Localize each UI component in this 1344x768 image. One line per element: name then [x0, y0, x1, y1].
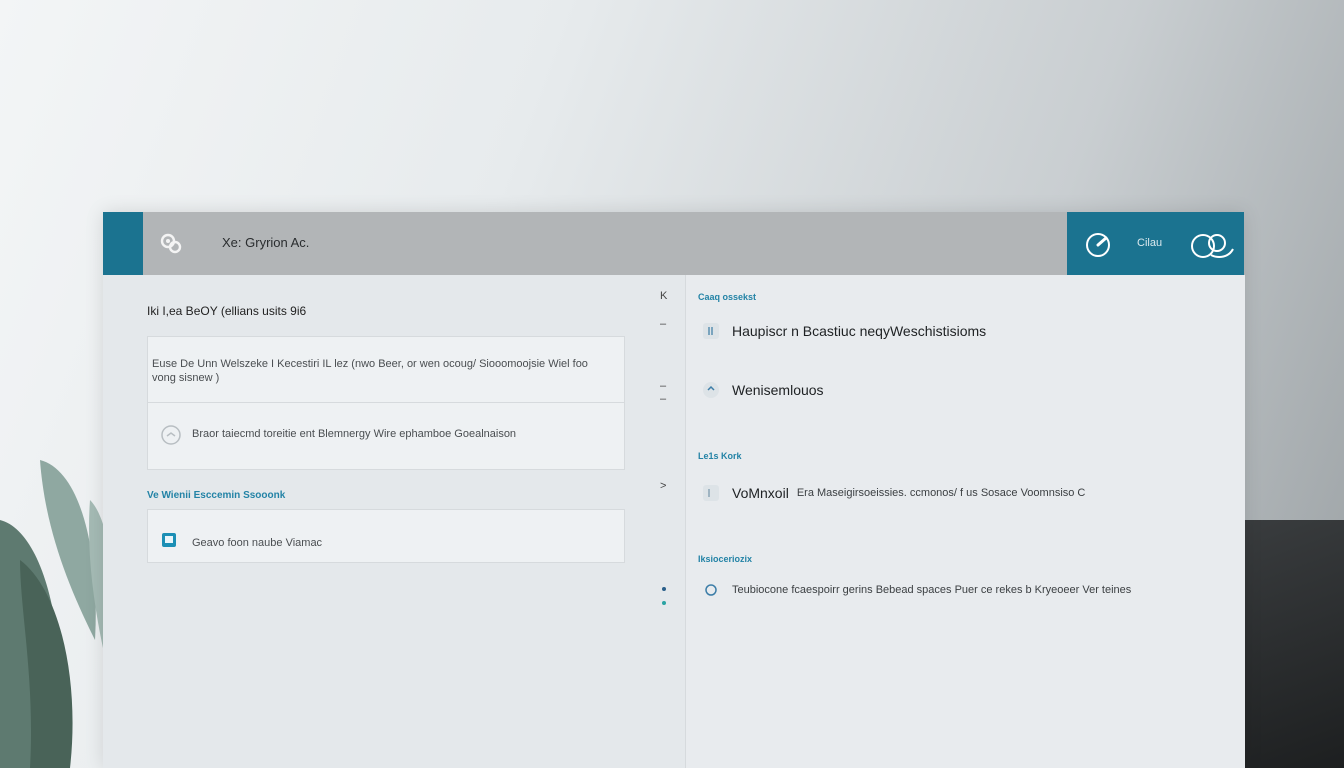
- document-icon: [703, 323, 719, 339]
- right-section-label: Caaq ossekst: [698, 292, 757, 302]
- list-item-title: Haupiscr n Bcastiuc neqyWeschistisioms: [732, 323, 987, 339]
- list-item-text: Braor taiecmd toreitie ent Blemnergy Wir…: [192, 428, 517, 440]
- gutter-mark: –: [660, 380, 667, 392]
- right-section-label: Le1s Kork: [698, 451, 742, 461]
- list-item[interactable]: Geavo foon naube Viamac: [147, 509, 625, 563]
- section-title: Iki I,ea BeOY (ellians usits 9i6: [147, 304, 307, 318]
- group-label: Ve Wienii Esccemin Ssooonk: [147, 490, 286, 501]
- info-card-text: Euse De Unn Welszeke I Kecestiri IL lez …: [152, 358, 588, 384]
- window-title: Xe: Gryrion Ac.: [222, 235, 310, 250]
- headset-icon[interactable]: [1187, 229, 1235, 261]
- list-item[interactable]: Braor taiecmd toreitie ent Blemnergy Wir…: [147, 402, 625, 470]
- list-item[interactable]: Teubiocone fcaespoirr gerins Bebead spac…: [700, 579, 1131, 601]
- title-bar: Xe: Gryrion Ac. Cilau: [103, 212, 1244, 275]
- gutter-mark: ˃: [660, 480, 667, 492]
- user-label[interactable]: Cilau: [1137, 237, 1162, 249]
- list-item[interactable]: VoMnxoil Era Maseigirsoeissies. ccmonos/…: [700, 482, 1085, 504]
- list-item-subtitle: Era Maseigirsoeissies. ccmonos/ f us Sos…: [796, 487, 1086, 499]
- gutter-mark: –: [660, 318, 667, 330]
- list-item-text: Geavo foon naube Viamac: [192, 537, 323, 549]
- list-item-title: Wenisemlouos: [732, 382, 824, 398]
- left-pane: Iki I,ea BeOY (ellians usits 9i6 Euse De…: [103, 275, 685, 768]
- book-icon: [162, 533, 176, 547]
- plant-decoration: [0, 460, 117, 768]
- circle-item-icon: [703, 382, 719, 398]
- list-item[interactable]: Haupiscr n Bcastiuc neqyWeschistisioms: [700, 320, 986, 342]
- info-dot-icon: [705, 584, 717, 596]
- gear-cluster-icon[interactable]: [159, 232, 183, 256]
- circle-item-icon: [161, 425, 181, 445]
- gutter-mark: K: [660, 290, 668, 302]
- right-pane: Caaq ossekst Haupiscr n Bcastiuc neqyWes…: [685, 275, 1245, 768]
- right-section-label: Iksioceriozix: [698, 554, 753, 564]
- scroll-dots-icon[interactable]: [660, 585, 668, 609]
- title-bar-accent-left: [103, 212, 143, 275]
- info-card[interactable]: Euse De Unn Welszeke I Kecestiri IL lez …: [147, 336, 625, 404]
- user-avatar-icon[interactable]: [1084, 231, 1112, 259]
- list-item[interactable]: Wenisemlouos: [700, 379, 824, 401]
- document-icon: [703, 485, 719, 501]
- list-item-title: VoMnxoil: [732, 485, 789, 501]
- app-window: Xe: Gryrion Ac. Cilau Iki I,ea BeOY (ell…: [103, 212, 1245, 768]
- list-item-subtitle: Teubiocone fcaespoirr gerins Bebead spac…: [732, 584, 1132, 596]
- gutter-mark: –: [660, 393, 667, 405]
